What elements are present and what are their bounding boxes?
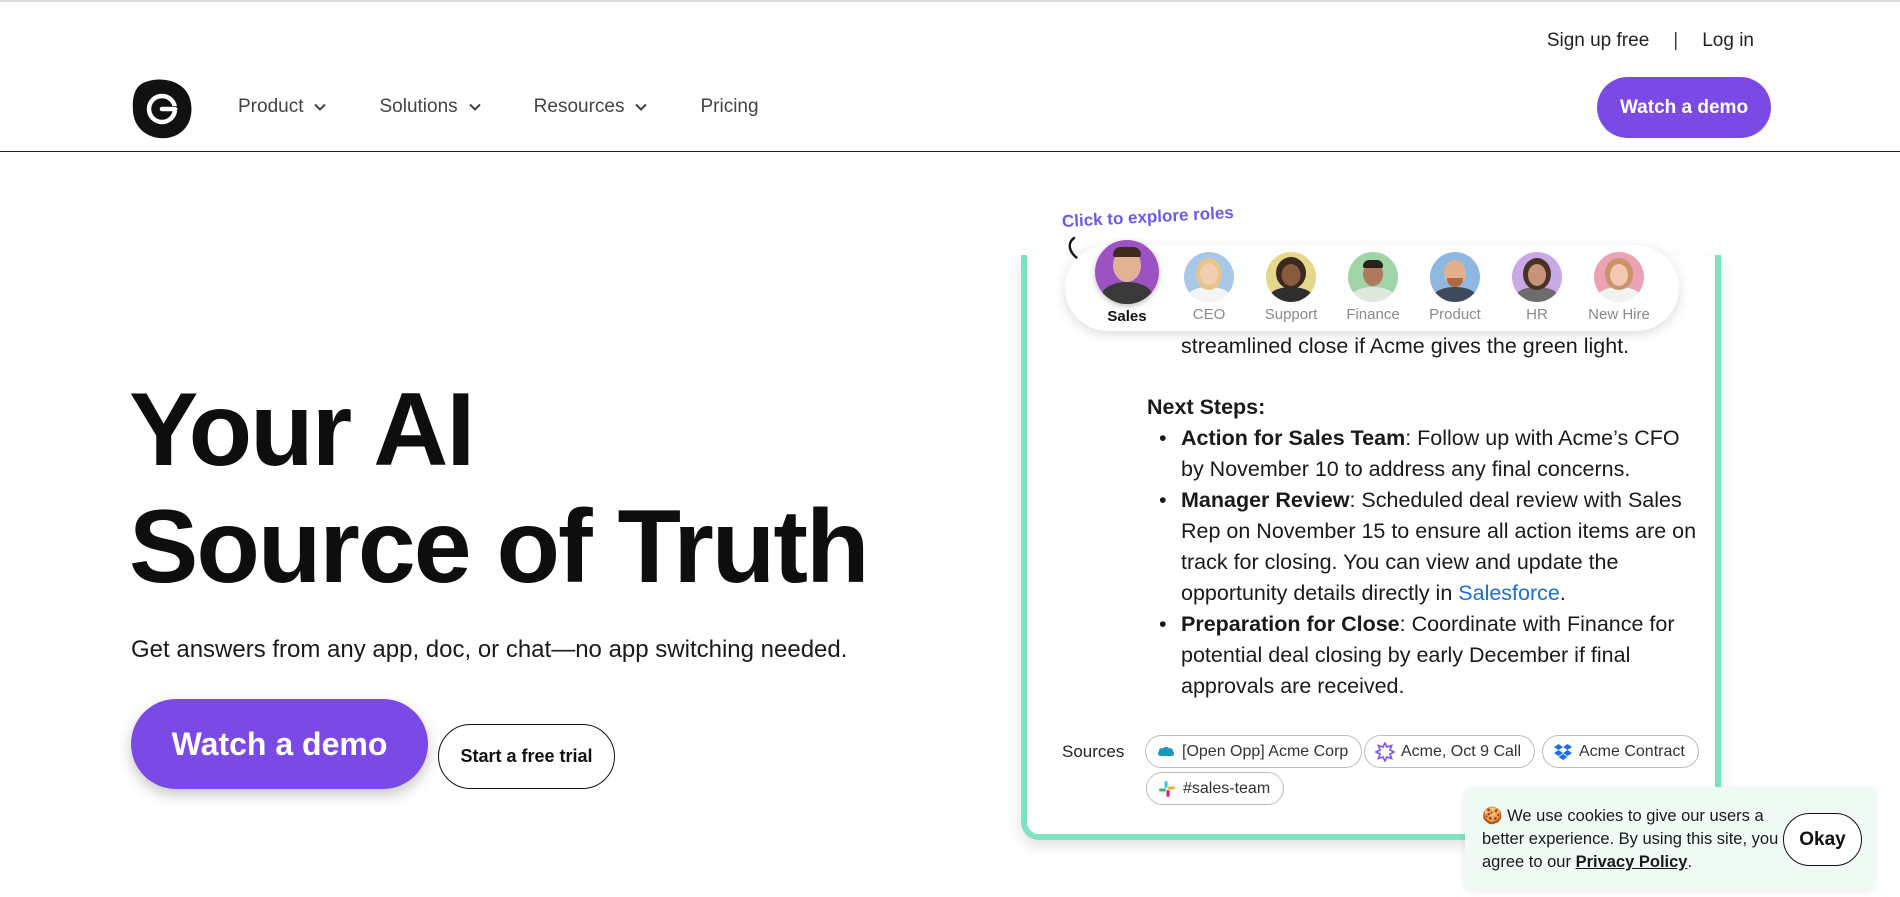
role-sales[interactable]: Sales — [1088, 240, 1166, 325]
list-item: Preparation for Close: Coordinate with F… — [1147, 609, 1707, 702]
salesforce-icon — [1157, 746, 1175, 756]
source-chip-label: Acme Contract — [1579, 742, 1685, 760]
next-steps-heading: Next Steps: — [1147, 395, 1266, 419]
answer-continued-text: streamlined close if Acme gives the gree… — [1181, 334, 1630, 358]
gong-icon — [1375, 741, 1395, 762]
nav-solutions[interactable]: Solutions — [379, 96, 481, 118]
role-support[interactable]: Support — [1252, 252, 1330, 323]
sources-label: Sources — [1062, 742, 1125, 761]
site-header: Sign up free | Log in Product Solutions … — [0, 2, 1900, 152]
role-label: Finance — [1346, 306, 1400, 323]
role-hr[interactable]: HR — [1498, 252, 1576, 323]
bullet-title: Manager Review — [1181, 488, 1350, 512]
chevron-down-icon — [635, 103, 648, 111]
next-steps-list: Action for Sales Team: Follow up with Ac… — [1147, 423, 1707, 702]
sign-up-link[interactable]: Sign up free — [1547, 30, 1649, 52]
source-chip-acme-opp[interactable]: [Open Opp] Acme Corp — [1145, 735, 1363, 768]
cookie-text: 🍪 We use cookies to give our users a bet… — [1482, 805, 1782, 874]
list-item: Action for Sales Team: Follow up with Ac… — [1147, 423, 1707, 485]
role-finance[interactable]: Finance — [1334, 252, 1412, 323]
nav-product-label: Product — [238, 96, 304, 117]
cookie-message-end: . — [1687, 853, 1693, 871]
source-chip-acme-call[interactable]: Acme, Oct 9 Call — [1364, 735, 1536, 768]
avatar — [1430, 252, 1480, 302]
hero-title-line-1: Your AI — [129, 372, 475, 488]
nav-pricing-label: Pricing — [700, 96, 759, 117]
chevron-down-icon — [468, 103, 481, 111]
role-product[interactable]: Product — [1416, 252, 1494, 323]
source-chip-acme-contract[interactable]: Acme Contract — [1542, 735, 1699, 768]
source-chip-label: Acme, Oct 9 Call — [1401, 742, 1522, 760]
source-chip-sales-team[interactable]: #sales-team — [1146, 772, 1285, 805]
bullet-title: Action for Sales Team — [1181, 426, 1406, 450]
role-label: Support — [1264, 306, 1318, 323]
role-label: Product — [1429, 306, 1481, 323]
hero-title: Your AI Source of Truth — [129, 372, 869, 606]
logo-icon[interactable] — [131, 77, 193, 139]
dropbox-icon — [1554, 743, 1572, 760]
nav-solutions-label: Solutions — [379, 96, 458, 117]
slack-icon — [1159, 780, 1175, 797]
hero-title-line-2: Source of Truth — [129, 489, 869, 605]
cookie-okay-button[interactable]: Okay — [1783, 813, 1862, 866]
nav-pricing[interactable]: Pricing — [700, 96, 758, 118]
role-label: HR — [1526, 306, 1548, 323]
answer-text: streamlined close if Acme gives the gree… — [1147, 331, 1707, 702]
bullet-title: Preparation for Close — [1181, 612, 1400, 636]
start-free-trial-button[interactable]: Start a free trial — [438, 724, 615, 789]
bullet-text-end: . — [1559, 581, 1566, 605]
role-new-hire[interactable]: New Hire — [1580, 252, 1658, 323]
log-in-link[interactable]: Log in — [1702, 30, 1754, 52]
hero-subtitle: Get answers from any app, doc, or chat—n… — [131, 636, 848, 663]
cookie-banner: 🍪 We use cookies to give our users a bet… — [1465, 787, 1875, 889]
nav-product[interactable]: Product — [238, 96, 327, 118]
role-label: CEO — [1192, 306, 1226, 323]
utility-nav: Sign up free | Log in — [1547, 30, 1754, 52]
source-chip-label: #sales-team — [1183, 779, 1271, 797]
utility-separator: | — [1673, 30, 1679, 51]
avatar — [1512, 252, 1562, 302]
cookie-emoji-icon: 🍪 — [1482, 807, 1503, 825]
avatar — [1266, 252, 1316, 302]
chevron-down-icon — [314, 103, 327, 111]
role-ceo[interactable]: CEO — [1170, 252, 1248, 323]
header-watch-demo-button[interactable]: Watch a demo — [1597, 77, 1771, 138]
source-chip-label: [Open Opp] Acme Corp — [1182, 742, 1349, 760]
privacy-policy-link[interactable]: Privacy Policy — [1576, 853, 1688, 871]
avatar — [1594, 252, 1644, 302]
avatar — [1184, 252, 1234, 302]
main-nav: Product Solutions Resources Pricing — [238, 96, 811, 118]
hero-watch-demo-button[interactable]: Watch a demo — [131, 699, 428, 789]
avatar — [1348, 252, 1398, 302]
nav-resources[interactable]: Resources — [534, 96, 649, 118]
role-label: Sales — [1107, 308, 1147, 325]
nav-resources-label: Resources — [533, 96, 625, 117]
salesforce-link[interactable]: Salesforce — [1458, 581, 1560, 605]
roles-hint: Click to explore roles — [1061, 203, 1235, 231]
role-label: New Hire — [1588, 306, 1650, 323]
list-item: Manager Review: Scheduled deal review wi… — [1147, 485, 1707, 609]
avatar — [1095, 240, 1159, 304]
